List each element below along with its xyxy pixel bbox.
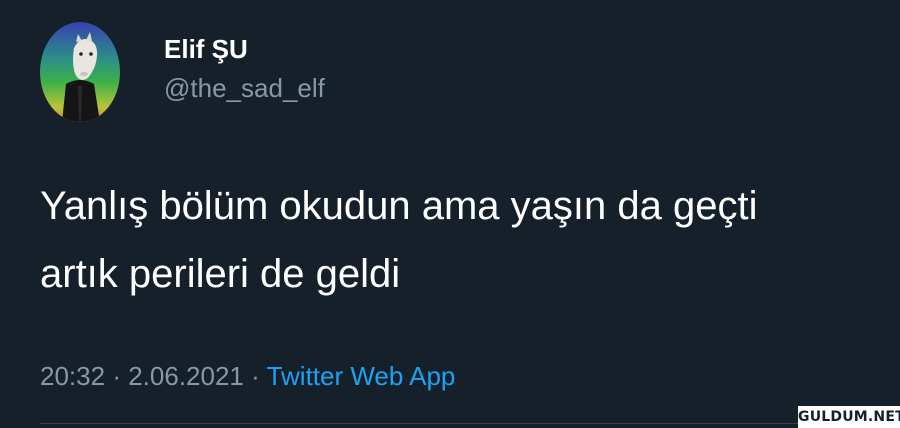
tweet-card: Elif ŞU @the_sad_elf Yanlış bölüm okudun… bbox=[0, 0, 900, 428]
horse-mask-portrait-icon bbox=[40, 22, 120, 122]
meta-separator: · bbox=[251, 361, 260, 391]
tweet-date[interactable]: 2.06.2021 bbox=[128, 361, 244, 391]
divider bbox=[40, 423, 900, 424]
tweet-text: Yanlış bölüm okudun ama yaşın da geçti a… bbox=[40, 172, 880, 308]
tweet-time[interactable]: 20:32 bbox=[40, 361, 105, 391]
tweet-text-line: artık perileri de geldi bbox=[40, 252, 401, 296]
tweet-source-link[interactable]: Twitter Web App bbox=[267, 361, 456, 391]
avatar[interactable] bbox=[40, 22, 120, 122]
display-name[interactable]: Elif ŞU bbox=[164, 33, 248, 65]
meta-separator: · bbox=[112, 361, 121, 391]
tweet-meta: 20:32 · 2.06.2021 · Twitter Web App bbox=[40, 358, 455, 394]
tweet-text-line: Yanlış bölüm okudun ama yaşın da geçti bbox=[40, 184, 758, 228]
user-handle[interactable]: @the_sad_elf bbox=[164, 72, 325, 104]
watermark: GULDUM.NET bbox=[798, 406, 900, 428]
